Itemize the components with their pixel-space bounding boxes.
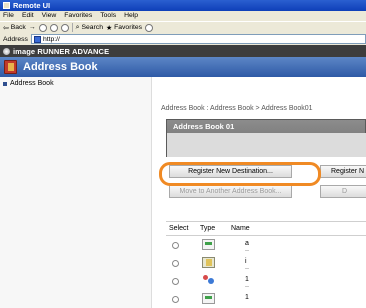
fax-icon <box>202 293 215 304</box>
menu-help[interactable]: Help <box>124 11 138 21</box>
menu-favorites[interactable]: Favorites <box>64 11 92 21</box>
address-book-icon <box>4 60 17 74</box>
mail-icon <box>202 257 215 268</box>
bullet-icon <box>3 81 7 86</box>
entry-name: 1 <box>245 294 249 301</box>
window-title: Remote UI <box>13 1 51 10</box>
entry-name: a <box>245 240 249 247</box>
select-radio[interactable] <box>172 296 179 303</box>
entry-name: i <box>245 258 247 265</box>
column-header-name: Name <box>231 225 250 232</box>
browser-toolbar: ⇦ Back → ⌕ Search ★ Favorites <box>0 21 366 33</box>
refresh-icon[interactable] <box>49 23 58 32</box>
search-icon: ⌕ <box>75 23 80 31</box>
favorites-icon: ★ <box>105 24 113 32</box>
entry-sub: -- <box>245 284 249 290</box>
select-radio[interactable] <box>172 278 179 285</box>
delete-button[interactable]: D <box>320 185 366 198</box>
menu-bar: File Edit View Favorites Tools Help <box>0 11 366 21</box>
table-row[interactable]: 1 <box>166 291 366 308</box>
entry-name: 1 <box>245 276 249 283</box>
favorites-button[interactable]: ★ Favorites <box>106 24 142 32</box>
column-header-type: Type <box>200 225 216 232</box>
menu-edit[interactable]: Edit <box>22 11 34 21</box>
breadcrumb: Address Book : Address Book > Address Bo… <box>161 105 313 112</box>
address-value: http:// <box>42 35 60 43</box>
table-row[interactable]: i -- <box>166 255 366 273</box>
column-header-select: Select <box>169 225 189 232</box>
address-label: Address <box>3 35 28 43</box>
history-icon[interactable] <box>145 23 154 32</box>
home-icon[interactable] <box>60 23 69 32</box>
entry-sub: -- <box>245 248 249 254</box>
highlight-callout <box>159 162 321 186</box>
back-arrow-icon: ⇦ <box>3 24 9 32</box>
table-top-divider <box>166 221 366 222</box>
move-to-another-address-book-button[interactable]: Move to Another Address Book... <box>169 185 292 198</box>
forward-button[interactable]: → <box>29 24 36 31</box>
address-input[interactable]: http:// <box>30 34 366 44</box>
stop-icon[interactable] <box>38 23 47 32</box>
table-row[interactable]: 1 -- <box>166 273 366 291</box>
table-header-divider <box>166 235 366 236</box>
page-icon <box>33 35 41 43</box>
menu-view[interactable]: View <box>42 11 57 21</box>
window-title-bar: Remote UI <box>0 0 366 11</box>
address-bar: Address http:// <box>0 33 366 45</box>
brand-title: image RUNNER ADVANCE <box>13 46 110 56</box>
search-button[interactable]: ⌕ Search <box>76 24 103 32</box>
fax-icon <box>202 239 215 250</box>
menu-file[interactable]: File <box>3 11 14 21</box>
brand-logo-icon <box>3 47 10 55</box>
page-title: Address Book <box>23 61 98 73</box>
register-new-group-button[interactable]: Register N <box>320 165 366 178</box>
page-header: Address Book <box>0 57 366 77</box>
table-row[interactable]: a -- <box>166 237 366 255</box>
sidebar-item-address-book[interactable]: Address Book <box>0 77 151 87</box>
select-radio[interactable] <box>172 242 179 249</box>
sidebar-item-label: Address Book <box>10 80 54 87</box>
entry-sub: -- <box>245 266 249 272</box>
brand-bar: image RUNNER ADVANCE <box>0 45 366 57</box>
toolbar-separator <box>71 23 73 32</box>
menu-tools[interactable]: Tools <box>100 11 116 21</box>
main-content: Address Book : Address Book > Address Bo… <box>152 77 366 308</box>
group-icon <box>202 275 215 286</box>
back-button[interactable]: ⇦ Back <box>3 24 26 32</box>
address-book-name: Address Book 01 <box>173 122 235 131</box>
sidebar: Address Book <box>0 77 152 308</box>
address-book-panel: Address Book 01 <box>166 119 366 157</box>
address-book-panel-body <box>167 133 366 157</box>
app-icon <box>3 2 10 9</box>
select-radio[interactable] <box>172 260 179 267</box>
